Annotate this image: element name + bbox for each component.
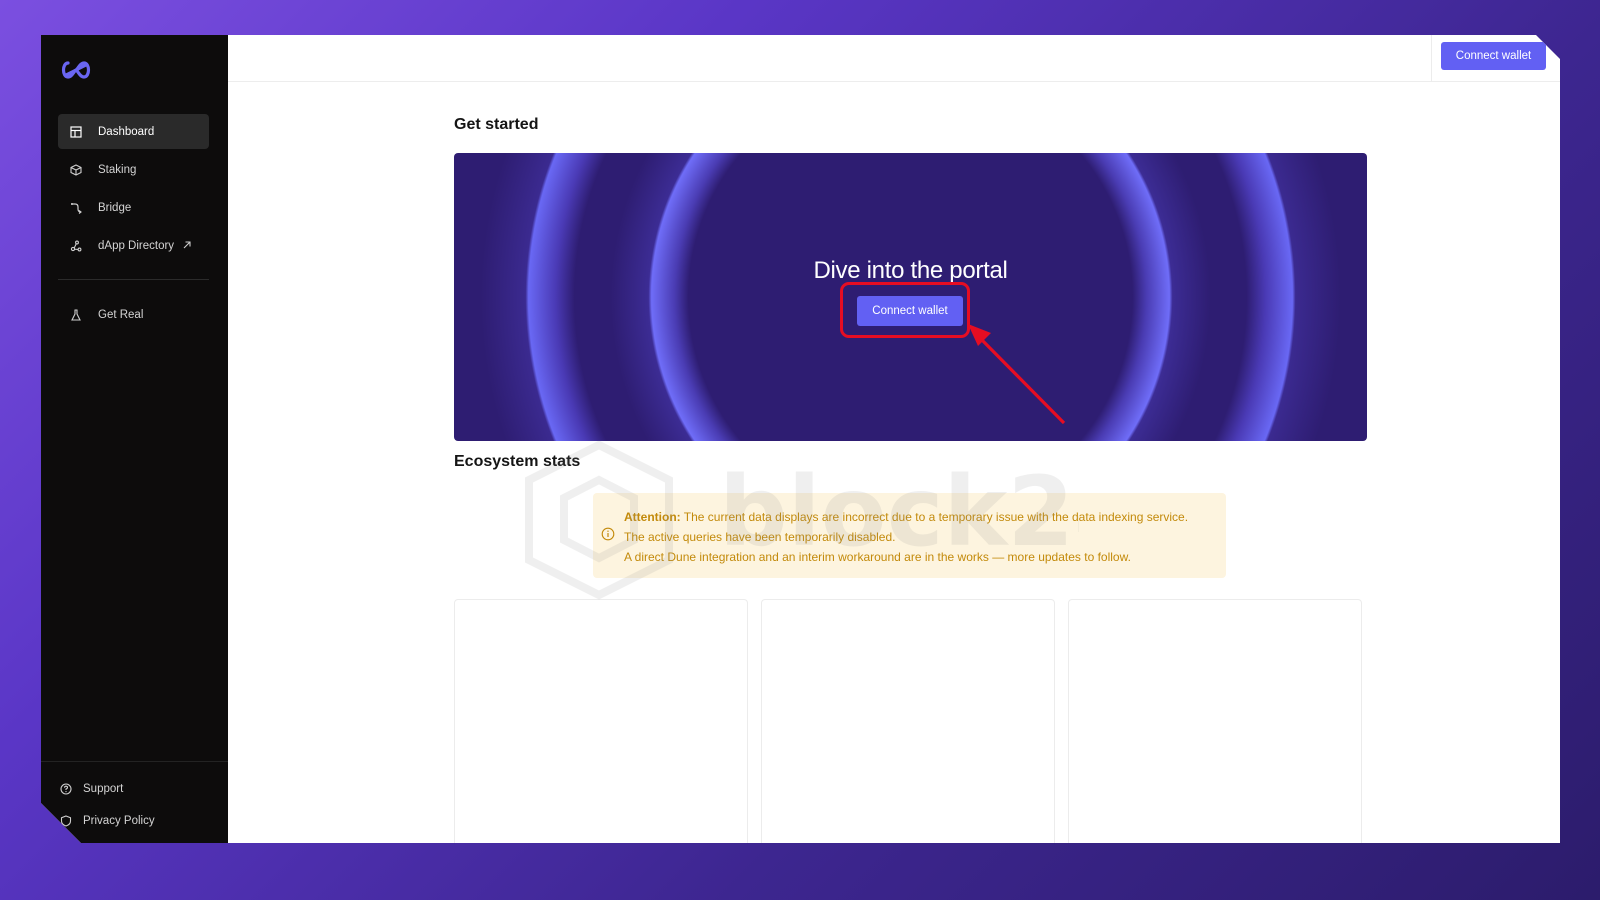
sidebar-item-privacy-policy[interactable]: Privacy Policy [59,814,155,828]
app-window: Dashboard Staking Bridge dApp Directory [41,35,1560,843]
attention-label: Attention: [624,510,681,524]
sidebar-item-label: Staking [98,163,137,176]
sidebar-item-label: Privacy Policy [83,815,155,827]
nodes-icon [69,239,83,253]
sidebar-item-label: dApp Directory [98,239,175,252]
sidebar-item-label: Dashboard [98,125,155,138]
connect-wallet-button[interactable]: Connect wallet [1441,42,1546,70]
sidebar-item-bridge[interactable]: Bridge [58,190,209,225]
hero-title: Dive into the portal [813,257,1008,284]
sidebar-item-label: Bridge [98,201,132,214]
topbar-divider [1431,35,1432,82]
notice-line-2: The active queries have been temporarily… [624,530,896,544]
attention-notice: Attention: The current data displays are… [593,493,1226,578]
sidebar-item-dashboard[interactable]: Dashboard [58,114,209,149]
get-started-title: Get started [454,116,539,133]
bridge-icon [69,201,83,215]
infinity-logo-icon[interactable] [59,59,93,81]
flask-icon [69,308,83,322]
top-bar: Connect wallet [228,35,1560,82]
stats-card [454,599,748,843]
dashboard-icon [69,125,83,139]
sidebar-divider [58,279,209,280]
info-circle-icon [601,527,615,541]
sidebar-item-support[interactable]: Support [59,782,123,796]
sidebar-item-dapp-directory[interactable]: dApp Directory [58,228,209,263]
notice-text: Attention: The current data displays are… [624,507,1188,567]
sidebar: Dashboard Staking Bridge dApp Directory [41,35,228,843]
notice-line-3: A direct Dune integration and an interim… [624,550,1131,564]
sidebar-item-label: Get Real [98,308,144,321]
stats-card [1068,599,1362,843]
sidebar-item-label: Support [83,783,124,795]
help-circle-icon [59,782,73,796]
shield-icon [59,814,73,828]
notice-line-1: Attention: The current data displays are… [624,507,1188,527]
sidebar-item-staking[interactable]: Staking [58,152,209,187]
arrow-up-right-icon [182,239,192,253]
highlight-annotation [840,282,970,338]
ecosystem-stats-title: Ecosystem stats [454,453,581,470]
hero-banner: Dive into the portal Connect wallet [454,153,1367,441]
sidebar-item-get-real[interactable]: Get Real [58,297,209,332]
sidebar-nav: Dashboard Staking Bridge dApp Directory [58,114,209,335]
sidebar-footer: Support Privacy Policy [41,761,228,843]
stats-card [761,599,1055,843]
cube-icon [69,163,83,177]
notice-line-1-text: The current data displays are incorrect … [683,510,1189,524]
